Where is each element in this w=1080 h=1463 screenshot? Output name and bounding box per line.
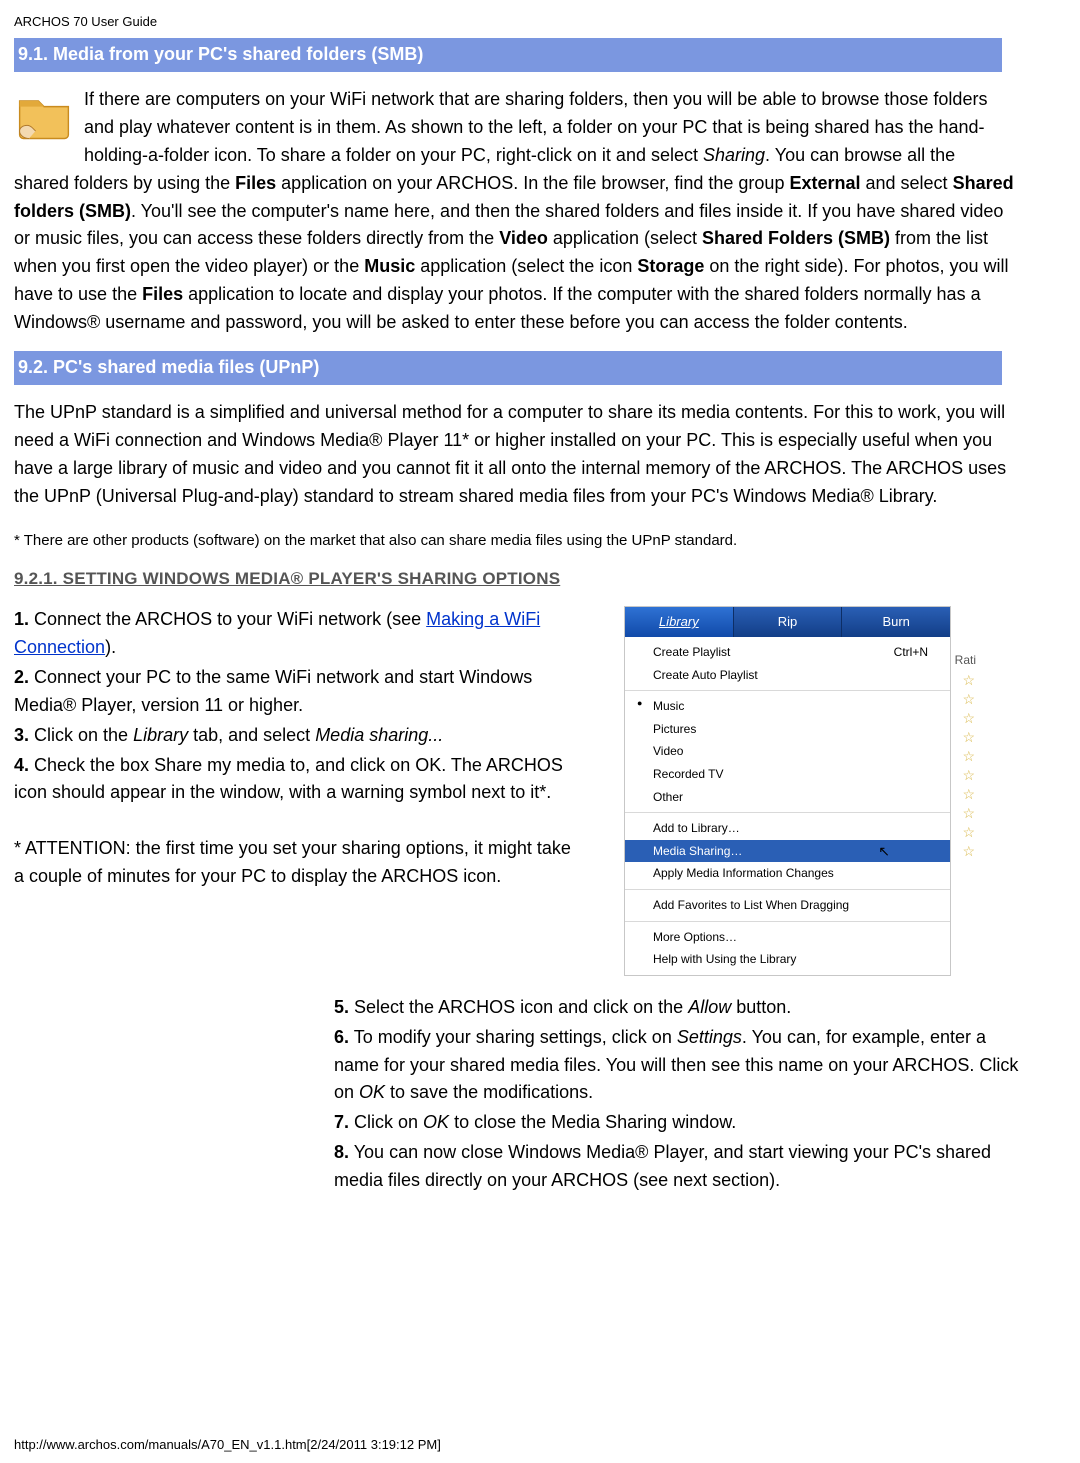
step-3-italic1: Library: [133, 725, 188, 745]
step-6-italic2: OK: [359, 1082, 385, 1102]
star-icon: ☆☆☆☆☆☆☆☆☆☆: [962, 671, 975, 861]
step-8-text: You can now close Windows Media® Player,…: [334, 1142, 991, 1190]
text-bold: Storage: [637, 256, 704, 276]
text-bold: Video: [499, 228, 548, 248]
wmp-recorded-tv[interactable]: Recorded TV: [625, 763, 950, 786]
wmp-create-playlist[interactable]: Create Playlist Ctrl+N: [625, 641, 950, 664]
step-7-text: Click on: [349, 1112, 423, 1132]
step-1-num: 1.: [14, 609, 29, 629]
text-bold: Files: [142, 284, 183, 304]
wmp-add-favorites[interactable]: Add Favorites to List When Dragging: [625, 894, 950, 917]
cursor-icon: ↖: [878, 841, 890, 863]
step-6-text: To modify your sharing settings, click o…: [349, 1027, 677, 1047]
wmp-help[interactable]: Help with Using the Library: [625, 948, 950, 971]
step-3-text2: tab, and select: [188, 725, 315, 745]
wmp-tab-rip[interactable]: Rip: [734, 607, 843, 637]
shortcut: Ctrl+N: [894, 643, 928, 662]
label: Create Playlist: [653, 645, 730, 659]
wmp-media-sharing[interactable]: Media Sharing… ↖: [625, 840, 950, 863]
text: application (select: [548, 228, 702, 248]
label: Media Sharing…: [653, 844, 742, 858]
text: and select: [861, 173, 953, 193]
text-bold: Music: [364, 256, 415, 276]
wmp-pictures[interactable]: Pictures: [625, 718, 950, 741]
wmp-tab-library[interactable]: Library: [625, 607, 734, 637]
section-9-1-body: If there are computers on your WiFi netw…: [14, 86, 1014, 337]
step-2-num: 2.: [14, 667, 29, 687]
step-5-text: Select the ARCHOS icon and click on the: [349, 997, 688, 1017]
step-3-italic2: Media sharing...: [315, 725, 443, 745]
step-6-text3: to save the modifications.: [385, 1082, 593, 1102]
step-7-text2: to close the Media Sharing window.: [449, 1112, 736, 1132]
text-bold: Files: [235, 173, 276, 193]
wmp-music[interactable]: Music: [625, 695, 950, 718]
text-italic: Sharing: [703, 145, 765, 165]
text-bold: External: [789, 173, 860, 193]
page-header: ARCHOS 70 User Guide: [14, 12, 1072, 32]
section-9-2-footnote: * There are other products (software) on…: [14, 529, 1014, 552]
wmp-other[interactable]: Other: [625, 786, 950, 809]
step-5-num: 5.: [334, 997, 349, 1017]
step-3-num: 3.: [14, 725, 29, 745]
text: application (select the icon: [415, 256, 637, 276]
step-4-text: Check the box Share my media to, and cli…: [14, 755, 563, 803]
steps-lower: 5. Select the ARCHOS icon and click on t…: [334, 994, 1034, 1195]
step-7-italic: OK: [423, 1112, 449, 1132]
wmp-video[interactable]: Video: [625, 740, 950, 763]
step-2-text: Connect your PC to the same WiFi network…: [14, 667, 532, 715]
section-9-1-title: 9.1. Media from your PC's shared folders…: [14, 38, 1002, 72]
wmp-create-auto-playlist[interactable]: Create Auto Playlist: [625, 664, 950, 687]
steps-left: 1. Connect the ARCHOS to your WiFi netwo…: [14, 606, 574, 893]
text-bold: Shared Folders (SMB): [702, 228, 890, 248]
step-5-italic: Allow: [688, 997, 731, 1017]
section-9-2-1-title: 9.2.1. SETTING WINDOWS MEDIA® PLAYER'S S…: [14, 566, 1072, 592]
step-3-text: Click on the: [29, 725, 133, 745]
step-1-text2: ).: [105, 637, 116, 657]
section-9-2-title: 9.2. PC's shared media files (UPnP): [14, 351, 1002, 385]
step-6-italic1: Settings: [677, 1027, 742, 1047]
wmp-apply-media-info[interactable]: Apply Media Information Changes: [625, 862, 950, 885]
step-6-num: 6.: [334, 1027, 349, 1047]
step-1-text: Connect the ARCHOS to your WiFi network …: [29, 609, 426, 629]
wmp-tab-burn[interactable]: Burn: [842, 607, 950, 637]
step-5-text2: button.: [731, 997, 791, 1017]
wmp-more-options[interactable]: More Options…: [625, 926, 950, 949]
wmp-screenshot: Library Rip Burn Create Playlist Ctrl+N …: [594, 606, 954, 976]
rating-column-label: Rati: [955, 651, 976, 670]
step-8-num: 8.: [334, 1142, 349, 1162]
attention-note: * ATTENTION: the first time you set your…: [14, 835, 574, 891]
text: application on your ARCHOS. In the file …: [276, 173, 789, 193]
page-footer: http://www.archos.com/manuals/A70_EN_v1.…: [14, 1435, 1072, 1455]
shared-folder-icon: [14, 86, 74, 155]
section-9-2-body: The UPnP standard is a simplified and un…: [14, 399, 1014, 511]
step-7-num: 7.: [334, 1112, 349, 1132]
wmp-add-to-library[interactable]: Add to Library…: [625, 817, 950, 840]
step-4-num: 4.: [14, 755, 29, 775]
